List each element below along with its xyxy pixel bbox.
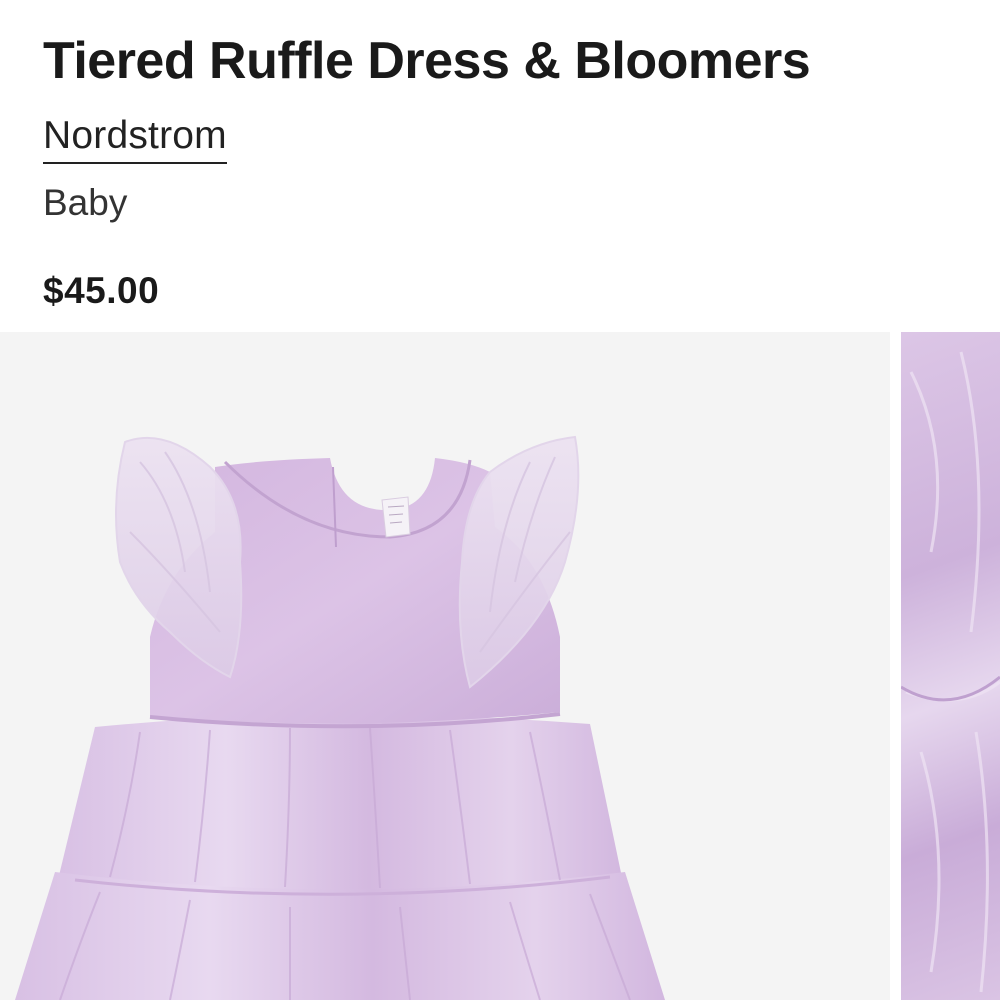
product-header: Tiered Ruffle Dress & Bloomers [43, 28, 980, 94]
product-title: Tiered Ruffle Dress & Bloomers [43, 32, 811, 90]
fabric-closeup-illustration [901, 351, 1000, 993]
image-gallery[interactable] [0, 332, 1000, 1000]
brand-link[interactable]: Nordstrom [43, 112, 227, 164]
product-category: Baby [43, 182, 128, 223]
product-page: Tiered Ruffle Dress & Bloomers Nordstrom… [0, 0, 1000, 1000]
product-price: $45.00 [43, 270, 160, 311]
secondary-product-image[interactable] [901, 332, 1000, 1000]
dress-illustration [15, 435, 665, 1000]
main-product-image[interactable] [0, 332, 890, 1000]
